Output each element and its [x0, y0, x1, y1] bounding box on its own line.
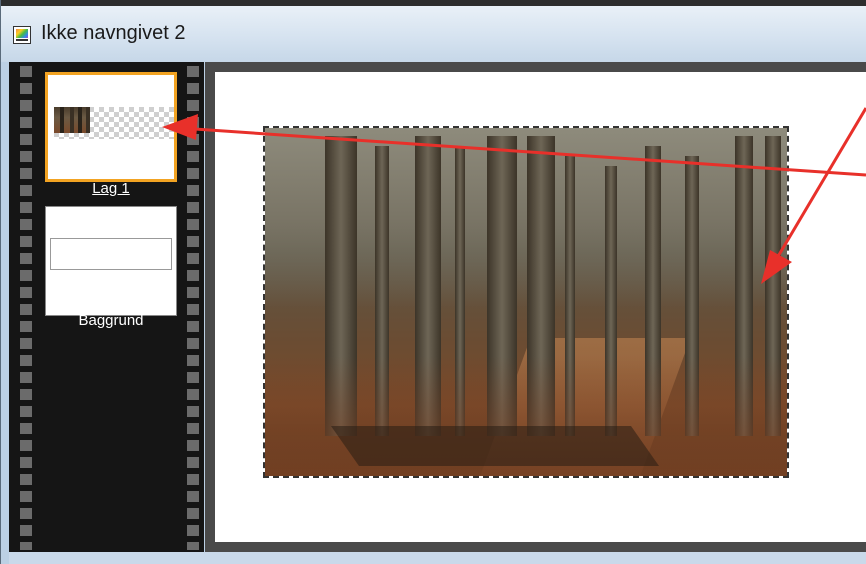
layer-label-lag1[interactable]: Lag 1 — [45, 180, 177, 197]
forest-photo[interactable] — [263, 126, 789, 478]
film-perforation-right — [187, 66, 199, 550]
window-title: Ikke navngivet 2 — [41, 22, 186, 44]
layer-label-baggrund[interactable]: Baggrund — [45, 312, 177, 329]
document-window: Ikke navngivet 2 Lag 1 Baggrund — [0, 0, 866, 564]
window-bottom-edge — [9, 552, 866, 564]
layer-thumbnail-lag1[interactable] — [45, 72, 177, 182]
image-editor-icon — [13, 26, 31, 44]
film-perforation-left — [20, 66, 32, 550]
canvas-area[interactable] — [205, 62, 866, 552]
layers-panel: Lag 1 Baggrund — [9, 62, 204, 552]
layer-thumbnail-baggrund[interactable] — [45, 206, 177, 316]
canvas-page[interactable] — [215, 72, 866, 542]
title-bar[interactable]: Ikke navngivet 2 — [1, 0, 866, 62]
layer-photo-preview — [54, 107, 90, 133]
background-preview — [50, 238, 172, 270]
